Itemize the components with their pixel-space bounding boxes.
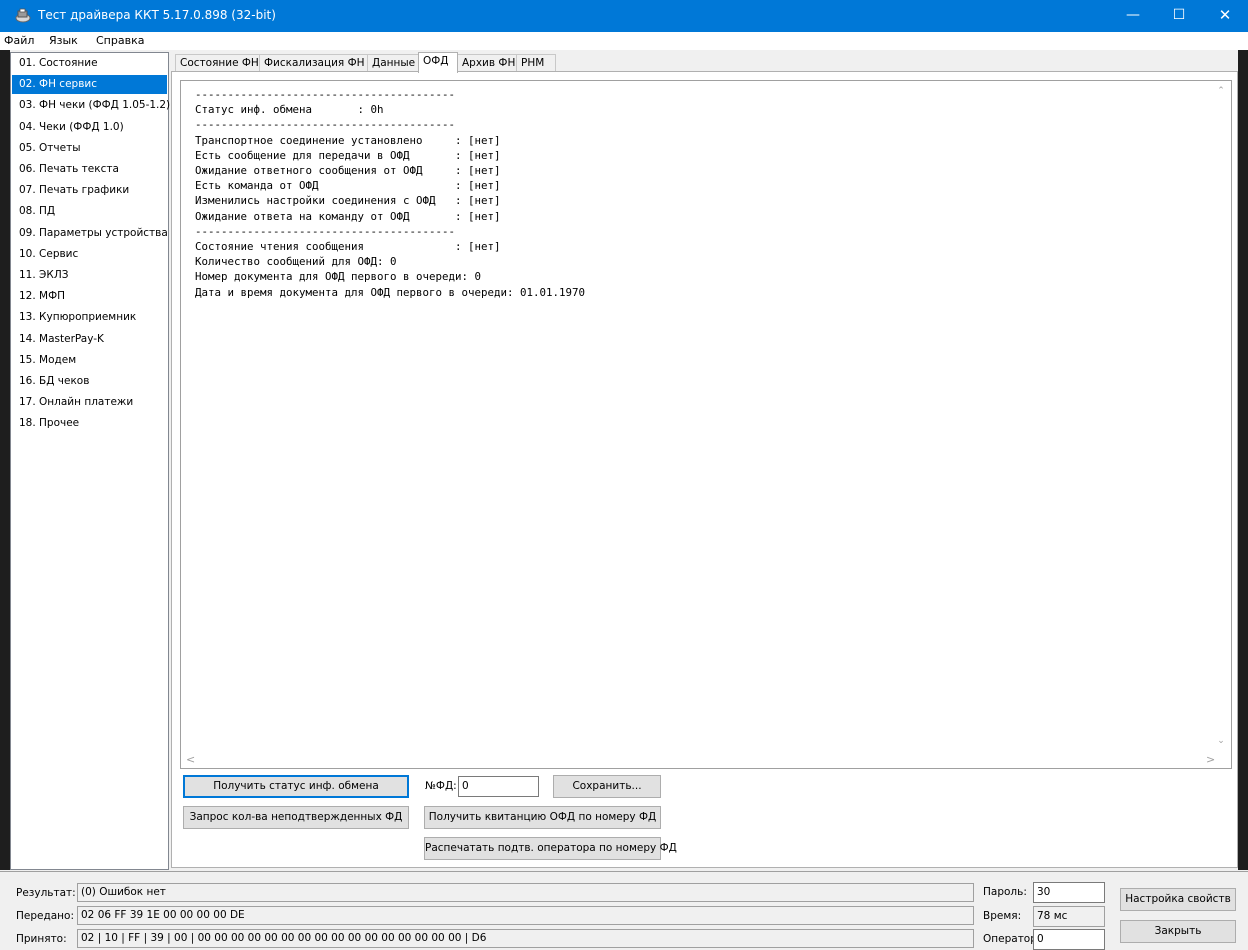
result-field: (0) Ошибок нет <box>77 883 974 902</box>
scroll-up-icon[interactable]: ⌃ <box>1214 86 1228 98</box>
tab[interactable]: Состояние ФН <box>175 54 260 72</box>
time-label: Время: <box>983 910 1022 922</box>
received-field: 02 | 10 | FF | 39 | 00 | 00 00 00 00 00 … <box>77 929 974 948</box>
sidebar-item[interactable]: 10. Сервис <box>12 245 167 264</box>
sidebar-item[interactable]: 15. Модем <box>12 351 167 370</box>
sidebar-item[interactable]: 09. Параметры устройства <box>12 224 168 243</box>
scroll-down-icon[interactable]: ⌄ <box>1214 736 1228 748</box>
tab[interactable]: Архив ФН <box>457 54 517 72</box>
tab[interactable]: ОФД <box>418 52 458 73</box>
sent-label: Передано: <box>16 910 75 922</box>
minimize-button[interactable]: — <box>1110 0 1156 32</box>
sidebar-item[interactable]: 14. MasterPay-K <box>12 330 167 349</box>
sent-field: 02 06 FF 39 1E 00 00 00 00 DE <box>77 906 974 925</box>
sidebar-item[interactable]: 07. Печать графики <box>12 181 167 200</box>
time-field: 78 мс <box>1033 906 1105 927</box>
get-receipt-button[interactable]: Получить квитанцию ОФД по номеру ФД <box>424 806 661 829</box>
sidebar-item[interactable]: 01. Состояние <box>12 54 167 73</box>
scroll-right-icon[interactable]: > <box>1206 753 1220 767</box>
window-title: Тест драйвера ККТ 5.17.0.898 (32-bit) <box>38 8 276 22</box>
tab-strip: Состояние ФН Фискализация ФН Данные ОФД Архи… <box>171 52 1238 73</box>
close-button[interactable]: Закрыть <box>1120 920 1236 943</box>
operator-label: Оператор: <box>983 933 1041 945</box>
menu-help[interactable]: Справка <box>96 34 144 47</box>
sidebar-item[interactable]: 16. БД чеков <box>12 372 167 391</box>
tab[interactable]: РНМ <box>516 54 556 72</box>
tab[interactable]: Данные <box>367 54 419 72</box>
sidebar-item[interactable]: 04. Чеки (ФФД 1.0) <box>12 118 167 137</box>
output-text: ----------------------------------------… <box>195 88 586 299</box>
left-border <box>0 50 10 870</box>
right-border <box>1238 50 1248 870</box>
request-unconfirmed-button[interactable]: Запрос кол-ва неподтвержденных ФД <box>183 806 409 829</box>
result-label: Результат: <box>16 887 76 899</box>
sidebar-list[interactable]: 01. Состояние 02. ФН сервис 03. ФН чеки (Ф… <box>10 52 170 870</box>
tab[interactable]: Фискализация ФН <box>259 54 368 72</box>
sidebar-item[interactable]: 03. ФН чеки (ФФД 1.05-1.2) <box>12 96 170 115</box>
menu-bar: Файл Язык Справка <box>0 32 1248 50</box>
output-textarea[interactable]: ----------------------------------------… <box>180 80 1232 769</box>
separator <box>0 871 1248 872</box>
sidebar-item[interactable]: 13. Купюроприемник <box>12 308 167 327</box>
menu-file[interactable]: Файл <box>4 34 34 47</box>
print-confirmation-button[interactable]: Распечатать подтв. оператора по номеру Ф… <box>424 837 677 860</box>
title-bar[interactable]: Тест драйвера ККТ 5.17.0.898 (32-bit) — … <box>0 0 1248 32</box>
sidebar-item[interactable]: 02. ФН сервис <box>12 75 167 95</box>
password-label: Пароль: <box>983 886 1027 898</box>
sidebar-item[interactable]: 06. Печать текста <box>12 160 167 179</box>
received-label: Принято: <box>16 933 67 945</box>
fd-number-input[interactable]: 0 <box>458 776 539 797</box>
menu-language[interactable]: Язык <box>49 34 78 47</box>
sidebar-item[interactable]: 08. ПД <box>12 202 167 221</box>
operator-input[interactable]: 0 <box>1033 929 1105 950</box>
sidebar-item[interactable]: 11. ЭКЛЗ <box>12 266 167 285</box>
scroll-left-icon[interactable]: < <box>186 753 200 767</box>
get-status-button[interactable]: Получить статус инф. обмена <box>183 775 409 798</box>
sidebar-item[interactable]: 12. МФП <box>12 287 167 306</box>
maximize-button[interactable]: ☐ <box>1156 0 1202 32</box>
fd-number-label: №ФД: <box>425 780 457 792</box>
app-icon <box>15 8 31 23</box>
sidebar-item[interactable]: 18. Прочее <box>12 414 167 433</box>
sidebar-item[interactable]: 05. Отчеты <box>12 139 167 158</box>
sidebar-item[interactable]: 17. Онлайн платежи <box>12 393 167 412</box>
settings-button[interactable]: Настройка свойств <box>1120 888 1236 911</box>
close-window-button[interactable]: ✕ <box>1202 0 1248 32</box>
save-button[interactable]: Сохранить... <box>553 775 661 798</box>
password-input[interactable]: 30 <box>1033 882 1105 903</box>
